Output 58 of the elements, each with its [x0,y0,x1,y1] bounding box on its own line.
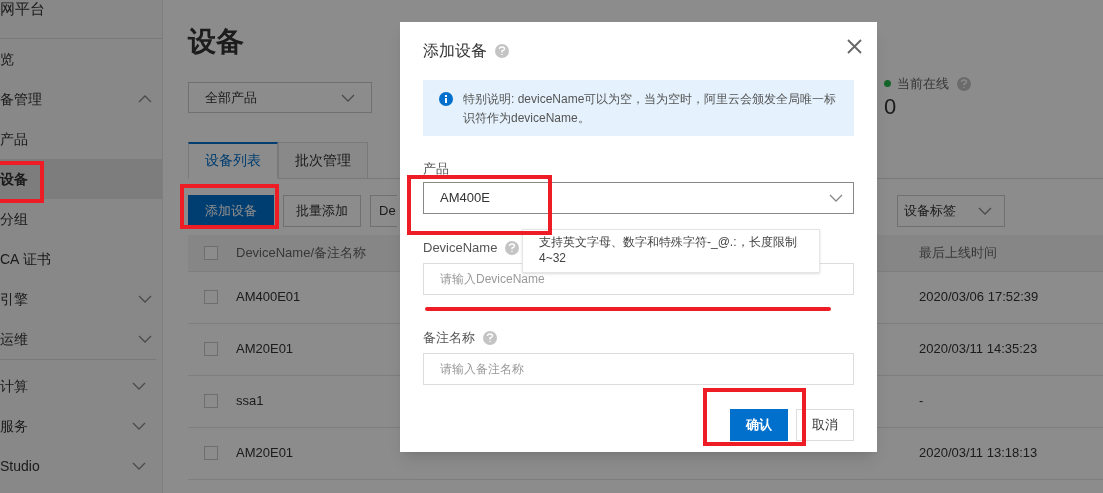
table-cell: ssa1 [236,393,264,409]
remark-field[interactable]: 请输入备注名称 [423,353,854,385]
help-icon[interactable] [505,241,520,255]
sidebar-item[interactable]: 设备 [0,159,162,199]
device-name-label: DeviceName [423,239,498,258]
toolbar-button[interactable]: De [370,194,397,227]
chevron-icon [829,194,843,202]
checkbox[interactable] [204,394,218,408]
help-icon[interactable] [495,44,509,58]
cancel-button[interactable]: 取消 [796,409,854,441]
sidebar-item[interactable]: 备管理 [0,79,162,119]
sidebar-item[interactable]: 引擎 [0,279,162,319]
tab[interactable]: 批次管理 [278,141,368,179]
chevron-icon [977,206,992,215]
notice-text: 特别说明: deviceName可以为空，当为空时，阿里云会颁发全局唯一标识符作为deviceName。 [463,91,838,127]
tab[interactable]: 设备列表 [188,141,278,179]
checkbox[interactable] [204,446,218,460]
table-cell-text: - [919,392,924,411]
checkbox[interactable] [204,245,218,260]
table-cell-text: 2020/03/11 13:18:13 [919,444,1038,463]
sidebar-item[interactable]: Studio [0,446,156,486]
help-icon[interactable] [957,76,971,91]
table-cell: AM400E01 [236,289,301,305]
platform-title: 网平台 [0,0,45,19]
confirm-button[interactable]: 确认 [730,409,788,441]
sidebar-item[interactable]: 计算 [0,366,156,406]
table-cell: AM20E01 [236,445,294,461]
checkbox[interactable] [204,290,218,304]
online-label: 当前在线 [897,75,949,93]
help-icon[interactable] [483,331,497,345]
batch-add-button[interactable]: 批量添加 [283,194,361,227]
remark-label: 备注名称 [423,329,475,348]
sidebar-item[interactable]: CA 证书 [0,239,162,279]
checkbox[interactable] [204,342,218,356]
info-icon [439,92,453,106]
column-header: DeviceName/备注名称 [236,244,367,260]
tag-select[interactable]: 设备标签 [896,194,1005,227]
page-title: 设备 [188,25,245,59]
highlight-frame [0,161,44,203]
sidebar-item[interactable]: 运维 [0,319,162,359]
online-count: 0 [884,93,898,120]
tooltip: 支持英文字母、数字和特殊字符-_@.:，长度限制4~32 [522,229,820,273]
sidebar-item[interactable]: 览 [0,39,162,79]
sidebar-item[interactable]: 服务 [0,406,156,446]
device-name-field[interactable]: 请输入DeviceName [423,263,854,295]
product-dropdown[interactable]: AM400E [423,182,854,214]
table-cell: AM20E01 [236,341,294,357]
table-cell-text: 2020/03/06 17:52:39 [919,288,1039,307]
table-cell-text: 2020/03/11 14:35:23 [919,340,1038,359]
close-icon[interactable] [847,39,862,54]
product-label: 产品 [423,161,450,177]
chevron-icon [341,93,355,102]
dialog-title: 添加设备 [423,41,487,61]
sidebar-item[interactable]: 产品 [0,119,162,159]
sidebar-item[interactable]: 分组 [0,199,162,239]
add-device-button[interactable]: 添加设备 [188,194,274,227]
column-header: 最后上线时间 [919,243,997,262]
product-select[interactable]: 全部产品 [188,82,372,113]
